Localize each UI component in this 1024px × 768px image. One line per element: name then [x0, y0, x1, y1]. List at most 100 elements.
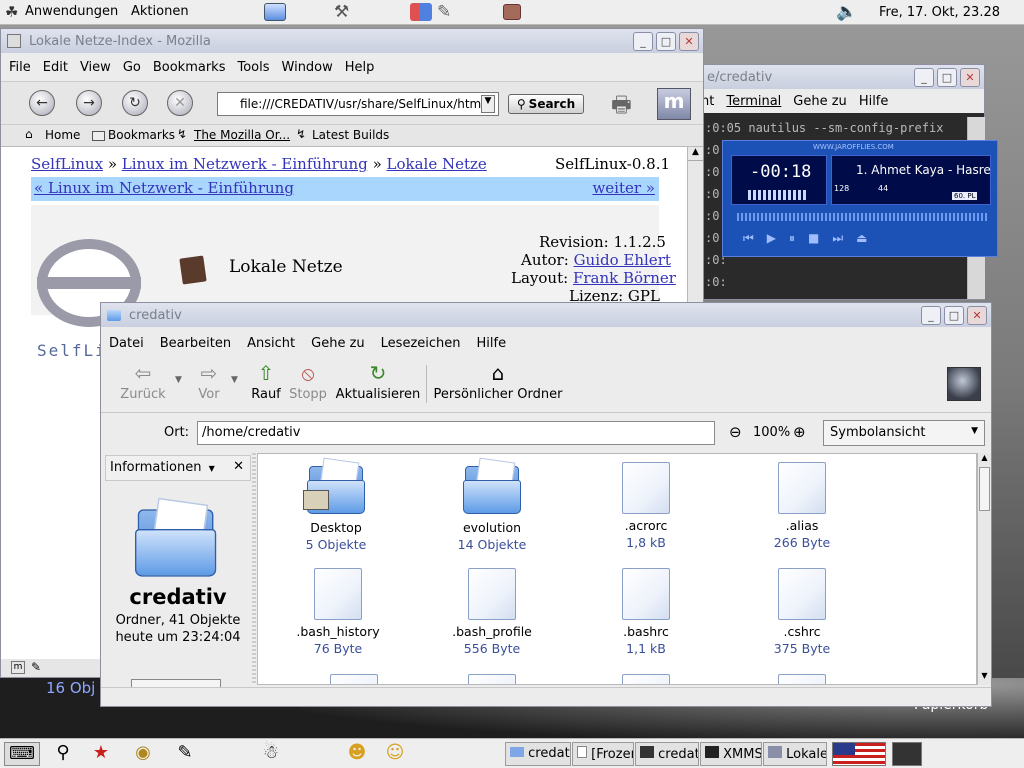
- reload-button[interactable]: ↻ Aktualisieren: [335, 361, 421, 402]
- nautilus-titlebar[interactable]: credativ _ □ ✕: [101, 303, 991, 327]
- nautilus-scrollbar[interactable]: ▲ ▼: [977, 453, 991, 685]
- zoom-out-icon[interactable]: ⊖: [729, 423, 742, 441]
- task-credat[interactable]: credat: [505, 742, 571, 766]
- sidebar-close-icon[interactable]: ✕: [233, 459, 244, 474]
- terminal-launcher-icon[interactable]: ⌨: [4, 742, 40, 766]
- close-button[interactable]: ✕: [967, 305, 987, 325]
- xmms-seek-bar[interactable]: [737, 213, 987, 221]
- menu-ansicht[interactable]: Ansicht: [247, 336, 295, 351]
- file-item[interactable]: .alias 266 Byte: [732, 462, 872, 550]
- menu-go[interactable]: Go: [123, 60, 141, 75]
- terminal-menu-help[interactable]: Hilfe: [859, 94, 889, 109]
- mozilla-titlebar[interactable]: Lokale Netze-Index - Mozilla _ □ ✕: [1, 29, 703, 53]
- search-button[interactable]: ⚲ Search: [508, 94, 584, 114]
- folder-item[interactable]: Desktop 5 Objekte: [266, 457, 406, 552]
- folder-small-icon[interactable]: [107, 309, 121, 321]
- scroll-up-arrow[interactable]: ▲: [978, 453, 991, 467]
- gnome-foot-icon[interactable]: ☘: [5, 3, 18, 21]
- minimize-button[interactable]: _: [633, 31, 653, 51]
- minimize-button[interactable]: _: [921, 305, 941, 325]
- back-button[interactable]: ⇦ Zurück: [119, 361, 167, 402]
- zoom-level[interactable]: 100%: [753, 425, 790, 440]
- crumb-netzwerk[interactable]: Linux im Netzwerk - Einführung: [122, 155, 368, 173]
- maximize-button[interactable]: □: [937, 67, 957, 87]
- forward-button[interactable]: →: [76, 90, 102, 116]
- pane-divider[interactable]: [252, 453, 256, 685]
- terminal-menu-terminal[interactable]: Terminal: [726, 94, 781, 109]
- window-menu-icon[interactable]: [7, 34, 21, 48]
- menu-file[interactable]: File: [9, 60, 31, 75]
- task-terminal[interactable]: credati: [635, 742, 699, 766]
- chat-icon[interactable]: ☺: [382, 742, 408, 766]
- task-frozen[interactable]: [Frozer: [572, 742, 634, 766]
- print-icon[interactable]: 🖶: [611, 88, 632, 126]
- menu-tools[interactable]: Tools: [237, 60, 269, 75]
- scroll-up-arrow[interactable]: ▲: [688, 147, 703, 161]
- star-icon[interactable]: ★: [88, 742, 114, 766]
- task-mozilla[interactable]: Lokale: [763, 742, 827, 766]
- close-button[interactable]: ✕: [960, 67, 980, 87]
- menu-help[interactable]: Help: [345, 60, 375, 75]
- maximize-button[interactable]: □: [944, 305, 964, 325]
- menu-actions[interactable]: Aktionen: [131, 4, 189, 19]
- menu-view[interactable]: View: [80, 60, 111, 75]
- file-item[interactable]: .cshrc 375 Byte: [732, 568, 872, 656]
- us-flag-icon[interactable]: [832, 742, 886, 766]
- menu-bookmarks[interactable]: Bookmarks: [153, 60, 226, 75]
- crumb-lokale-netze[interactable]: Lokale Netze: [387, 155, 487, 173]
- workspace-switcher[interactable]: [892, 742, 922, 766]
- tools-icon[interactable]: ⚒: [334, 2, 349, 22]
- file-item[interactable]: .bash_profile 556 Byte: [422, 568, 562, 656]
- back-history-arrow-icon[interactable]: ▼: [175, 375, 182, 385]
- next-link[interactable]: weiter »: [592, 179, 655, 197]
- menu-gehe-zu[interactable]: Gehe zu: [311, 336, 365, 351]
- location-input[interactable]: /home/credativ: [197, 421, 715, 445]
- back-button[interactable]: ←: [29, 90, 55, 116]
- document-icon-partial[interactable]: [622, 674, 670, 684]
- clock[interactable]: Fre, 17. Okt, 23.28: [879, 5, 1000, 20]
- show-desktop-icon[interactable]: [264, 3, 286, 21]
- menu-applications[interactable]: Anwendungen: [25, 4, 118, 19]
- url-dropdown-icon[interactable]: ▼: [481, 95, 495, 113]
- menu-edit[interactable]: Edit: [43, 60, 68, 75]
- nautilus-window[interactable]: credativ _ □ ✕ Datei Bearbeiten Ansicht …: [100, 302, 992, 707]
- close-button[interactable]: ✕: [679, 31, 699, 51]
- mozilla-launcher-icon[interactable]: ◉: [130, 742, 156, 766]
- minimize-button[interactable]: _: [914, 67, 934, 87]
- forward-history-arrow-icon[interactable]: ▼: [231, 375, 238, 385]
- reload-button[interactable]: ↻: [122, 90, 148, 116]
- document-icon-partial[interactable]: [468, 674, 516, 684]
- home-button[interactable]: ⌂ Persönlicher Ordner: [433, 361, 563, 402]
- url-field[interactable]: file:///CREDATIV/usr/share/SelfLinux/htm…: [217, 92, 499, 116]
- crumb-selflinux[interactable]: SelfLinux: [31, 155, 103, 173]
- editor-icon[interactable]: ✎: [437, 2, 451, 22]
- menu-bearbeiten[interactable]: Bearbeiten: [160, 336, 231, 351]
- stop-button[interactable]: ⦸ Stopp: [287, 361, 329, 402]
- gimp-icon[interactable]: ☃: [258, 742, 284, 766]
- volume-icon[interactable]: 🔈: [836, 2, 857, 22]
- document-icon-partial[interactable]: [330, 674, 378, 684]
- messenger-icon[interactable]: ☻: [344, 742, 370, 766]
- xmms-player[interactable]: WWW.JAROFFLIES.COM -00:18 1. Ahmet Kaya …: [722, 140, 998, 257]
- menu-window[interactable]: Window: [282, 60, 333, 75]
- menu-lesezeichen[interactable]: Lesezeichen: [381, 336, 461, 351]
- book-icon[interactable]: [503, 4, 521, 20]
- maximize-button[interactable]: □: [656, 31, 676, 51]
- xmms-controls[interactable]: ⏮▶⏸■⏭⏏: [743, 231, 881, 246]
- folder-item[interactable]: evolution 14 Objekte: [422, 457, 562, 552]
- document-icon-partial[interactable]: [778, 674, 826, 684]
- file-item[interactable]: .bash_history 76 Byte: [268, 568, 408, 656]
- sidebar-header[interactable]: Informationen ▼ ✕: [105, 455, 251, 481]
- menu-datei[interactable]: Datei: [109, 336, 144, 351]
- menu-hilfe[interactable]: Hilfe: [477, 336, 507, 351]
- mozilla-throbber-icon[interactable]: m: [657, 88, 691, 120]
- sidebar-button[interactable]: [131, 679, 221, 687]
- layout-link[interactable]: Frank Börner: [573, 269, 676, 287]
- stop-button[interactable]: ✕: [167, 90, 193, 116]
- mail-icon[interactable]: m: [11, 661, 25, 674]
- task-xmms[interactable]: XMMS: [700, 742, 762, 766]
- scroll-thumb[interactable]: [979, 467, 990, 511]
- prev-link[interactable]: « Linux im Netzwerk - Einführung: [34, 179, 294, 197]
- file-item[interactable]: .bashrc 1,1 kB: [576, 568, 716, 656]
- up-button[interactable]: ⇧ Rauf: [247, 361, 285, 402]
